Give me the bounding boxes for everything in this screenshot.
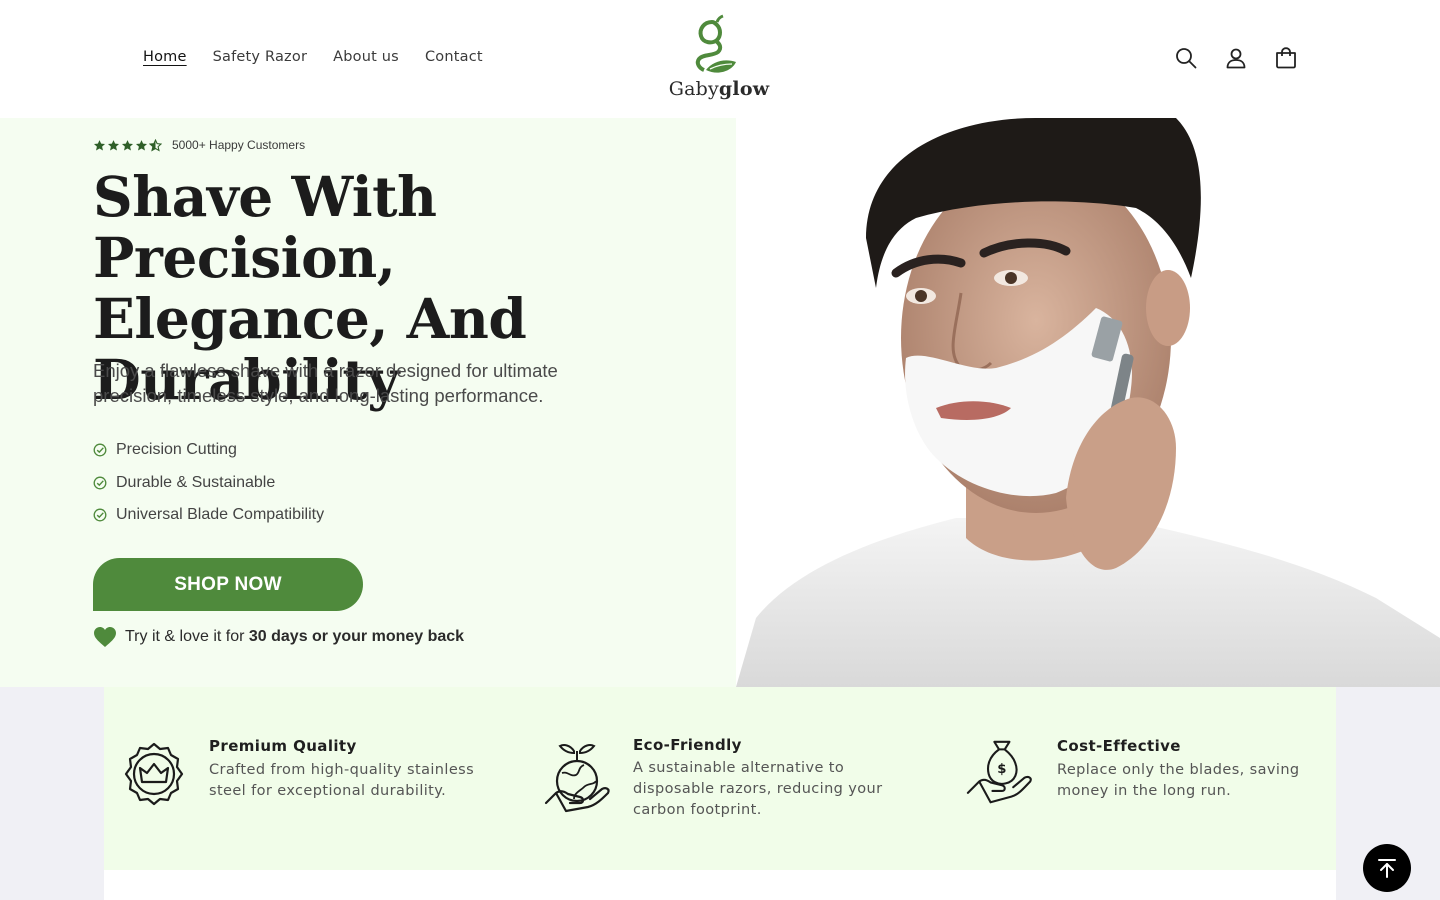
header-actions bbox=[1172, 44, 1300, 72]
site-logo[interactable]: Gabyglow bbox=[668, 14, 770, 104]
benefit-description: Crafted from high-quality stainless stee… bbox=[209, 762, 475, 799]
cart-icon[interactable] bbox=[1272, 44, 1300, 72]
hero-subtitle: Enjoy a flawless shave with a razor desi… bbox=[93, 360, 558, 406]
rating-text: 5000+ Happy Customers bbox=[172, 138, 306, 152]
hero-man-shaving-image bbox=[736, 118, 1440, 687]
check-circle-icon bbox=[93, 476, 107, 490]
main-nav: Home Safety Razor About us Contact bbox=[143, 46, 509, 68]
benefit-description: Replace only the blades, saving money in… bbox=[1057, 762, 1300, 799]
benefits-section: Premium Quality Crafted from high-qualit… bbox=[104, 687, 1336, 870]
scroll-to-top-button[interactable] bbox=[1363, 844, 1411, 892]
globe-hand-icon bbox=[544, 744, 610, 813]
arrow-up-icon bbox=[1378, 859, 1396, 878]
next-section-edge bbox=[104, 870, 1336, 900]
shop-now-button[interactable]: SHOP NOW bbox=[93, 558, 363, 611]
feature-item: Precision Cutting bbox=[93, 434, 324, 467]
heart-icon bbox=[94, 627, 116, 647]
svg-text:$: $ bbox=[997, 762, 1006, 777]
feature-list: Precision Cutting Durable & Sustainable … bbox=[93, 434, 324, 532]
benefit-description: A sustainable alternative to disposable … bbox=[633, 760, 883, 818]
check-circle-icon bbox=[93, 508, 107, 522]
logo-text: Gabyglow bbox=[668, 78, 770, 100]
site-header: Home Safety Razor About us Contact Gabyg… bbox=[0, 0, 1440, 118]
logo-leaf-icon bbox=[695, 14, 736, 73]
benefit-title: Premium Quality bbox=[209, 737, 357, 755]
benefit-title: Cost-Effective bbox=[1057, 737, 1181, 755]
money-back-guarantee: Try it & love it for 30 days or your mon… bbox=[93, 626, 464, 648]
account-icon[interactable] bbox=[1222, 44, 1250, 72]
feature-label: Precision Cutting bbox=[116, 441, 237, 459]
guarantee-text: Try it & love it for 30 days or your mon… bbox=[125, 628, 465, 645]
star-icon bbox=[121, 139, 134, 150]
money-hand-icon: $ bbox=[966, 740, 1032, 804]
nav-about-us[interactable]: About us bbox=[333, 46, 399, 68]
search-icon[interactable] bbox=[1172, 44, 1200, 72]
benefit-title: Eco-Friendly bbox=[633, 736, 742, 754]
star-icon bbox=[93, 139, 106, 150]
star-rating bbox=[93, 138, 162, 152]
feature-label: Universal Blade Compatibility bbox=[116, 506, 325, 524]
star-icon bbox=[135, 139, 148, 150]
half-star-icon bbox=[149, 138, 162, 152]
feature-label: Durable & Sustainable bbox=[116, 473, 276, 491]
rating: 5000+ Happy Customers bbox=[93, 138, 305, 152]
check-circle-icon bbox=[93, 443, 107, 457]
nav-home[interactable]: Home bbox=[143, 46, 187, 68]
nav-contact[interactable]: Contact bbox=[425, 46, 483, 68]
feature-item: Durable & Sustainable bbox=[93, 467, 324, 500]
crown-badge-icon bbox=[124, 742, 184, 806]
hero-section: 5000+ Happy Customers Shave With Precisi… bbox=[0, 118, 1440, 687]
feature-item: Universal Blade Compatibility bbox=[93, 499, 324, 532]
nav-safety-razor[interactable]: Safety Razor bbox=[213, 46, 307, 68]
star-icon bbox=[107, 139, 120, 150]
